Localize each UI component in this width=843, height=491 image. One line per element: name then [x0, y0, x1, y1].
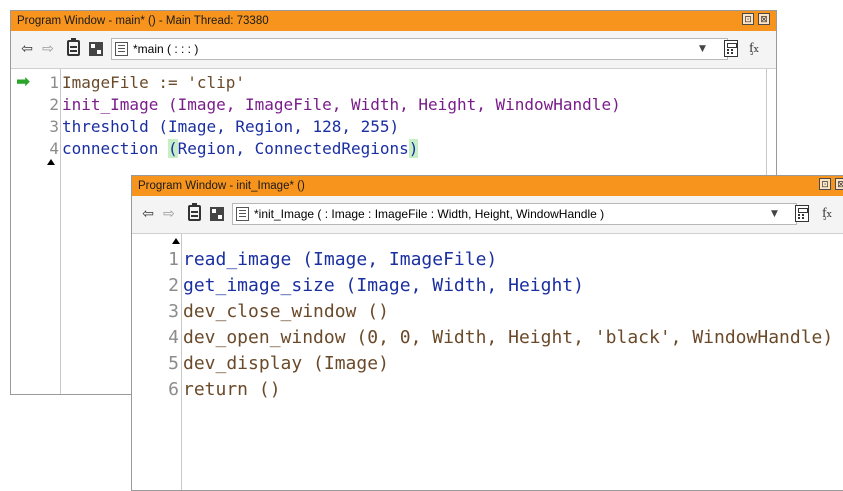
restore-icon[interactable]: ⊡: [819, 178, 831, 190]
procedure-select[interactable]: *init_Image ( : Image : ImageFile : Widt…: [232, 203, 797, 225]
calculator-icon[interactable]: [724, 40, 738, 57]
code-line[interactable]: 5 dev_display (Image): [132, 351, 843, 377]
line-number: 1: [49, 73, 59, 92]
insert-caret-icon: [172, 238, 180, 244]
code-line[interactable]: 3 dev_close_window (): [132, 299, 843, 325]
code-text: ImageFile := 'clip': [62, 73, 246, 92]
code-text: threshold (Image, Region, 128, 255): [62, 117, 400, 136]
line-number: 5: [168, 353, 179, 374]
line-number: 6: [168, 379, 179, 400]
line-number: 3: [168, 301, 179, 322]
code-line[interactable]: 1 read_image (Image, ImageFile): [132, 247, 843, 273]
calculator-icon[interactable]: [795, 205, 809, 222]
clipboard-icon[interactable]: [67, 38, 80, 56]
forward-arrow-icon[interactable]: ⇨: [40, 40, 56, 58]
sub-window-controls: ⊡ ⊠: [819, 178, 843, 192]
line-number: 4: [168, 327, 179, 348]
clipboard-icon[interactable]: [188, 203, 201, 221]
forward-arrow-icon[interactable]: ⇨: [161, 205, 177, 223]
line-number: 1: [168, 249, 179, 270]
main-toolbar: ⇦ ⇨ *main ( : : : ) ▼ ᶂx: [11, 31, 776, 69]
grid-icon[interactable]: [210, 207, 224, 221]
line-number: 3: [49, 117, 59, 136]
code-text-part: connection: [62, 139, 168, 158]
code-text: init_Image (Image, ImageFile, Width, Hei…: [62, 95, 621, 114]
line-number: 2: [49, 95, 59, 114]
line-number: 2: [168, 275, 179, 296]
code-line[interactable]: 4 dev_open_window (0, 0, Width, Height, …: [132, 325, 843, 351]
code-line[interactable]: 3 threshold (Image, Region, 128, 255): [11, 116, 776, 138]
sub-program-window: Program Window - init_Image* () ⊡ ⊠ ⇦ ⇨ …: [131, 175, 843, 491]
matching-paren: (: [167, 139, 178, 158]
code-line[interactable]: 6 return (): [132, 377, 843, 403]
chevron-down-icon[interactable]: ▼: [699, 38, 706, 60]
code-line[interactable]: 2 init_Image (Image, ImageFile, Width, H…: [11, 94, 776, 116]
sub-code-editor[interactable]: 1 read_image (Image, ImageFile) 2 get_im…: [132, 234, 843, 490]
sub-window-title[interactable]: Program Window - init_Image* (): [132, 176, 843, 196]
code-text: dev_display (Image): [183, 353, 389, 374]
code-text-part: Region, ConnectedRegions: [177, 139, 409, 158]
grid-icon[interactable]: [89, 42, 103, 56]
procedure-select[interactable]: *main ( : : : ): [111, 38, 728, 60]
code-line[interactable]: 2 get_image_size (Image, Width, Height): [132, 273, 843, 299]
code-text: return (): [183, 379, 281, 400]
main-window-controls: ⊡ ⊠: [742, 13, 770, 27]
code-text: get_image_size (Image, Width, Height): [183, 275, 584, 296]
code-text: read_image (Image, ImageFile): [183, 249, 498, 270]
procedure-list-icon: [236, 207, 249, 221]
code-line[interactable]: 4 connection (Region, ConnectedRegions): [11, 138, 776, 160]
sub-toolbar: ⇦ ⇨ *init_Image ( : Image : ImageFile : …: [132, 196, 843, 234]
function-icon[interactable]: ᶂx: [749, 40, 759, 57]
line-number: 4: [49, 139, 59, 158]
code-text: dev_open_window (0, 0, Width, Height, 'b…: [183, 327, 834, 348]
procedure-select-label: *main ( : : : ): [133, 42, 199, 56]
function-icon[interactable]: ᶂx: [822, 205, 832, 222]
code-text: dev_close_window (): [183, 301, 389, 322]
procedure-select-label: *init_Image ( : Image : ImageFile : Widt…: [254, 207, 605, 221]
back-arrow-icon[interactable]: ⇦: [140, 205, 156, 223]
back-arrow-icon[interactable]: ⇦: [19, 40, 35, 58]
matching-paren: ): [408, 139, 419, 158]
code-line[interactable]: 1 ImageFile := 'clip': [11, 72, 776, 94]
close-icon[interactable]: ⊠: [835, 178, 843, 190]
code-text: connection (Region, ConnectedRegions): [62, 138, 419, 160]
procedure-list-icon: [115, 42, 128, 56]
chevron-down-icon[interactable]: ▼: [771, 203, 778, 225]
close-icon[interactable]: ⊠: [758, 13, 770, 25]
restore-icon[interactable]: ⊡: [742, 13, 754, 25]
main-window-title[interactable]: Program Window - main* () - Main Thread:…: [11, 11, 776, 31]
insert-caret-icon: [47, 159, 55, 165]
